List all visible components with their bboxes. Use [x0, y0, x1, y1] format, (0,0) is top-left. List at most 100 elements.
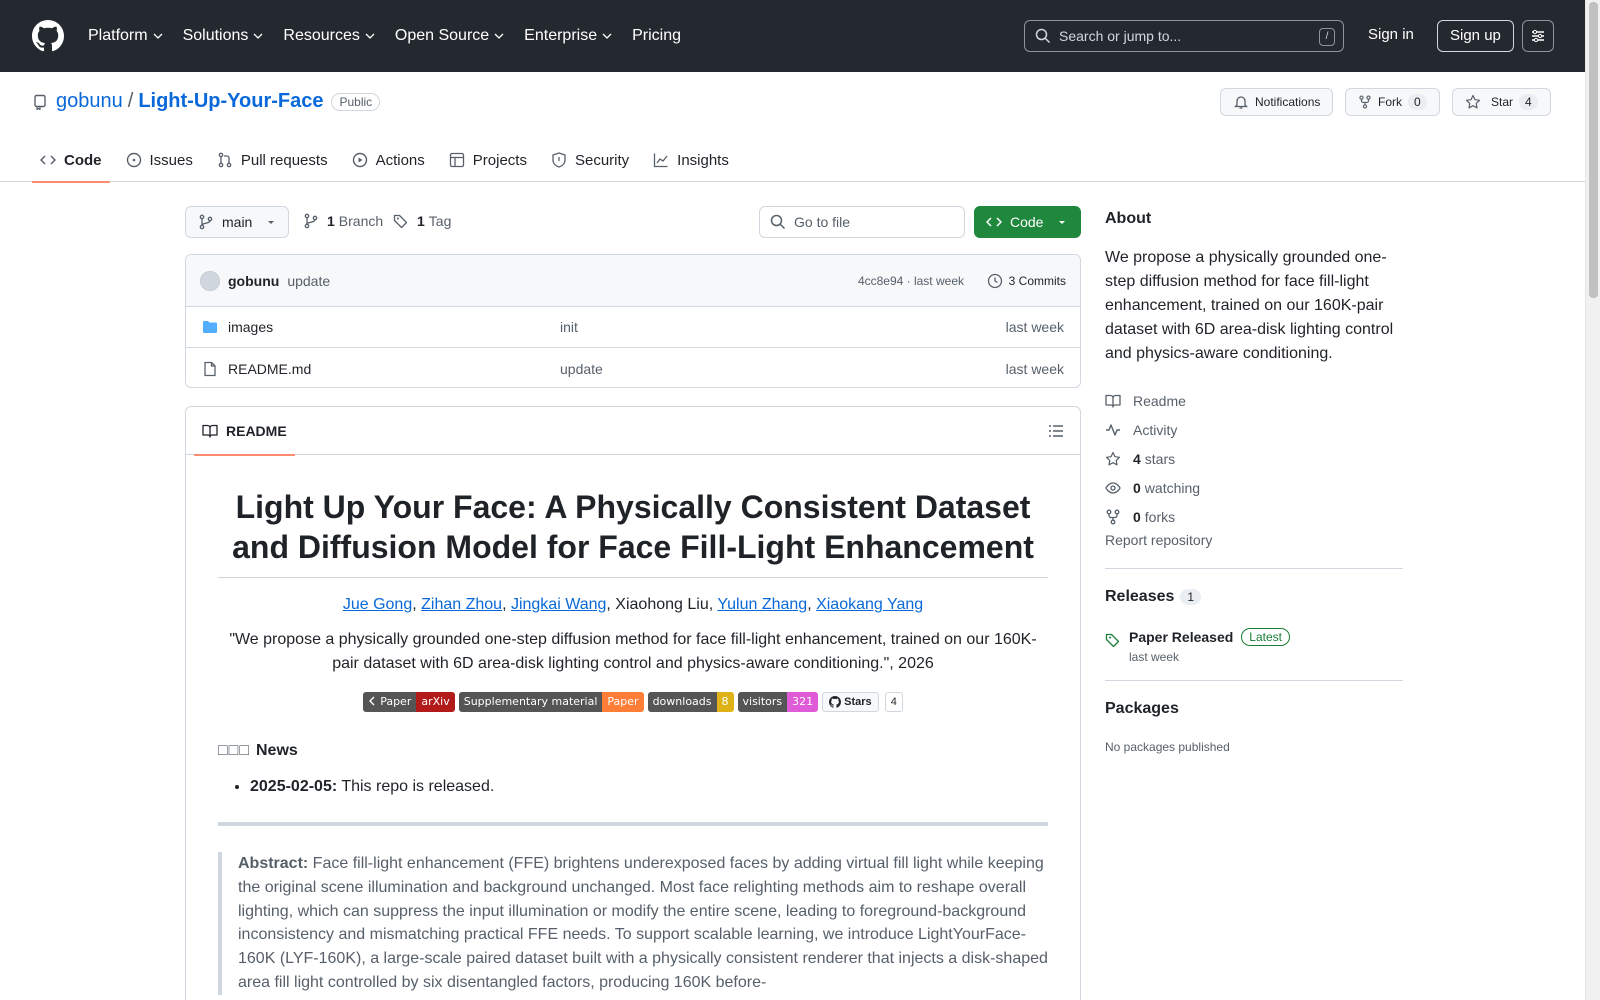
- table-icon: [449, 152, 464, 168]
- table-row[interactable]: README.md update last week: [186, 348, 1080, 387]
- branch-selector[interactable]: main: [185, 206, 290, 238]
- bell-icon: [1233, 96, 1249, 109]
- sidebar-item-readme[interactable]: Readme: [1105, 386, 1403, 415]
- news-list: 2025-02-05: This repo is released.: [218, 778, 1048, 796]
- tags-link[interactable]: 1 Tag: [393, 213, 451, 229]
- author-link[interactable]: Xiaokang Yang: [816, 596, 923, 613]
- readme-tab[interactable]: README: [194, 407, 295, 456]
- arxiv-badge[interactable]: Paper arXiv: [363, 692, 455, 712]
- scrollbar-thumb[interactable]: [1589, 2, 1598, 298]
- fork-icon: [1359, 95, 1371, 109]
- badge-value: 321: [787, 692, 819, 712]
- fork-count: 0: [1408, 94, 1427, 110]
- repo-tabs: Code Issues Pull requests Actions Projec…: [32, 138, 745, 183]
- tab-actions[interactable]: Actions: [344, 138, 433, 182]
- release-name: Paper Released Latest: [1129, 628, 1290, 646]
- latest-badge: Latest: [1241, 628, 1290, 646]
- release-date: last week: [1129, 650, 1180, 664]
- packages-title[interactable]: Packages: [1105, 700, 1179, 718]
- history-icon: [987, 273, 1002, 288]
- pulse-icon: [1106, 423, 1120, 436]
- go-to-file-input[interactable]: Go to file: [759, 206, 965, 238]
- badge-value: 8: [716, 692, 734, 712]
- commits-link[interactable]: 3 Commits: [987, 273, 1066, 289]
- releases-title[interactable]: Releases 1: [1105, 588, 1202, 606]
- search-placeholder: Search or jump to...: [1059, 28, 1182, 44]
- branches-link[interactable]: 1 Branch: [303, 213, 383, 229]
- sidebar-item-activity[interactable]: Activity: [1105, 415, 1403, 444]
- news-emoji: □□□: [218, 742, 250, 759]
- visitors-badge[interactable]: visitors 321: [737, 692, 819, 712]
- tag-icon: [393, 214, 408, 229]
- folder-icon: [203, 321, 217, 333]
- visibility-badge: Public: [331, 92, 381, 111]
- pull-request-icon: [218, 152, 232, 168]
- tag-icon: [1105, 633, 1120, 648]
- repo-name-link[interactable]: Light-Up-Your-Face: [138, 90, 323, 113]
- list-outline-icon[interactable]: [1048, 423, 1064, 439]
- tab-pull-requests[interactable]: Pull requests: [209, 138, 336, 182]
- star-button[interactable]: Star 4: [1452, 88, 1551, 116]
- star-icon: [1105, 451, 1121, 465]
- notifications-button[interactable]: Notifications: [1220, 88, 1334, 116]
- nav-resources[interactable]: Resources: [283, 27, 375, 45]
- nav-platform[interactable]: Platform: [88, 27, 163, 45]
- commit-message[interactable]: update: [287, 273, 330, 289]
- author-name: Xiaohong Liu: [615, 596, 709, 613]
- about-title: About: [1105, 210, 1152, 227]
- code-icon: [40, 155, 56, 165]
- github-logo-icon: [829, 696, 842, 708]
- sidebar-item-forks[interactable]: 0 forks: [1105, 502, 1403, 531]
- code-icon: [986, 217, 1002, 227]
- global-header: Platform Solutions Resources Open Source…: [0, 0, 1585, 72]
- file-name[interactable]: images: [228, 319, 273, 335]
- release-item[interactable]: Paper Released Latest last week: [1105, 628, 1290, 664]
- table-row[interactable]: images init last week: [186, 307, 1080, 348]
- nav-pricing[interactable]: Pricing: [632, 27, 681, 45]
- news-heading: □□□ News: [218, 742, 298, 759]
- search-icon: [770, 214, 786, 230]
- branch-icon: [199, 214, 213, 230]
- report-repository-link[interactable]: Report repository: [1105, 532, 1212, 548]
- tab-insights[interactable]: Insights: [645, 138, 737, 182]
- github-logo-icon[interactable]: [32, 20, 64, 52]
- sidebar-item-watching[interactable]: 0 watching: [1105, 473, 1403, 502]
- sidebar-item-stars[interactable]: 4 stars: [1105, 444, 1403, 473]
- signin-link[interactable]: Sign in: [1368, 26, 1414, 43]
- nav-open-source[interactable]: Open Source: [395, 27, 504, 45]
- author-link[interactable]: Zihan Zhou: [421, 596, 502, 613]
- search-input[interactable]: Search or jump to... /: [1024, 20, 1344, 52]
- tab-security[interactable]: Security: [543, 138, 637, 182]
- page-scrollbar[interactable]: [1585, 0, 1600, 1000]
- repo-owner-link[interactable]: gobunu: [56, 90, 123, 113]
- downloads-badge[interactable]: downloads 8: [647, 692, 734, 712]
- commit-author[interactable]: gobunu: [228, 273, 279, 289]
- nav-enterprise[interactable]: Enterprise: [524, 27, 612, 45]
- divider: [1105, 568, 1403, 569]
- file-commit-message[interactable]: init: [560, 319, 578, 335]
- commit-hash-time[interactable]: 4cc8e94 · last week: [858, 274, 964, 288]
- command-palette-button[interactable]: [1522, 20, 1554, 52]
- repo-header: gobunu / Light-Up-Your-Face Public Notif…: [0, 72, 1585, 183]
- readme-title: Light Up Your Face: A Physically Consist…: [218, 487, 1048, 578]
- book-icon: [1105, 394, 1121, 408]
- fork-button[interactable]: Fork 0: [1345, 88, 1440, 116]
- file-commit-message[interactable]: update: [560, 361, 603, 377]
- star-icon: [1465, 94, 1481, 109]
- abstract-quote: Abstract: Face fill-light enhancement (F…: [218, 852, 1048, 995]
- supplementary-badge[interactable]: Supplementary material Paper: [458, 692, 644, 712]
- github-stars-badge[interactable]: Stars: [822, 692, 879, 712]
- tab-code[interactable]: Code: [32, 138, 110, 183]
- file-name[interactable]: README.md: [228, 361, 311, 377]
- chevron-down-icon: [253, 33, 263, 39]
- code-button[interactable]: Code: [974, 206, 1081, 238]
- search-icon: [1035, 28, 1051, 44]
- author-link[interactable]: Yulun Zhang: [717, 596, 807, 613]
- author-link[interactable]: Jingkai Wang: [511, 596, 606, 613]
- tab-projects[interactable]: Projects: [441, 138, 535, 182]
- signup-button[interactable]: Sign up: [1437, 20, 1514, 52]
- nav-solutions[interactable]: Solutions: [183, 27, 264, 45]
- author-link[interactable]: Jue Gong: [343, 596, 412, 613]
- tab-issues[interactable]: Issues: [118, 138, 201, 182]
- avatar[interactable]: [200, 270, 220, 291]
